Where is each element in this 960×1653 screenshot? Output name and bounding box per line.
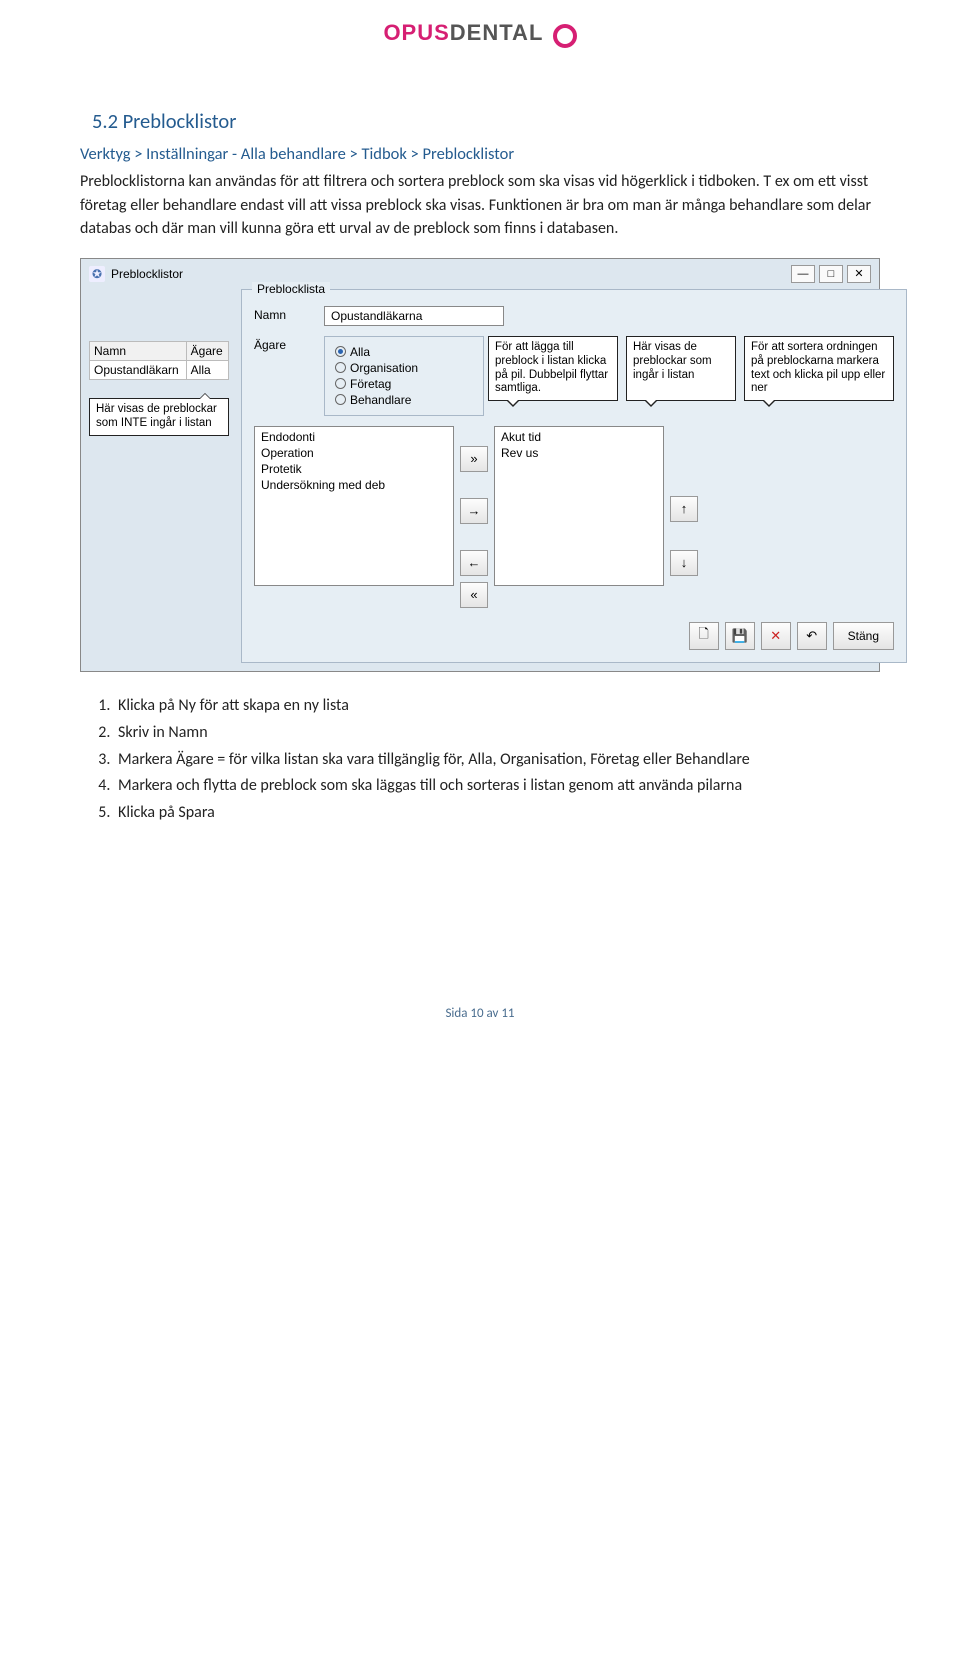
- app-window: ✪ Preblocklistor ― □ ✕ Namn Ägare Opusta…: [80, 258, 880, 672]
- name-label: Namn: [254, 306, 314, 322]
- logo-part-dental: DENTAL: [450, 20, 544, 45]
- logo-part-opus: OPUS: [383, 20, 449, 45]
- move-up-button[interactable]: ↑: [670, 496, 698, 522]
- maximize-button[interactable]: □: [819, 265, 843, 283]
- radio-icon: [335, 346, 346, 357]
- window-title: Preblocklistor: [111, 267, 183, 281]
- save-button[interactable]: 💾: [725, 622, 755, 650]
- callout-not-included: Här visas de preblockar som INTE ingår i…: [89, 398, 229, 436]
- owner-label: Ägare: [254, 336, 314, 352]
- new-button[interactable]: 🗋: [689, 622, 719, 650]
- group-title: Preblocklista: [252, 282, 330, 296]
- owner-option-alla[interactable]: Alla: [335, 345, 473, 359]
- list-item[interactable]: Endodonti: [259, 429, 449, 445]
- app-icon: ✪: [89, 266, 105, 282]
- page-footer: Sida 10 av 11: [80, 1006, 880, 1021]
- owner-option-foretag[interactable]: Företag: [335, 377, 473, 391]
- name-input[interactable]: [324, 306, 504, 326]
- move-down-button[interactable]: ↓: [670, 550, 698, 576]
- list-item[interactable]: Rev us: [499, 445, 659, 461]
- callout-add-to-list: För att lägga till preblock i listan kli…: [488, 336, 618, 401]
- preblock-lists-table[interactable]: Namn Ägare Opustandläkarn Alla: [89, 341, 229, 380]
- table-row[interactable]: Opustandläkarn Alla: [90, 360, 229, 379]
- move-all-right-button[interactable]: »: [460, 446, 488, 472]
- brand-logo: OPUSDENTAL: [80, 20, 880, 48]
- list-item[interactable]: Undersökning med deb: [259, 477, 449, 493]
- minimize-button[interactable]: ―: [791, 265, 815, 283]
- list-item[interactable]: Akut tid: [499, 429, 659, 445]
- list-item[interactable]: Operation: [259, 445, 449, 461]
- owner-radio-group: Alla Organisation Företag Behandlare: [324, 336, 484, 416]
- instruction-item: Markera Ägare = för vilka listan ska var…: [114, 748, 880, 773]
- available-preblocks-list[interactable]: Endodonti Operation Protetik Undersöknin…: [254, 426, 454, 586]
- close-dialog-button[interactable]: Stäng: [833, 622, 894, 650]
- col-header-owner[interactable]: Ägare: [186, 341, 228, 360]
- radio-icon: [335, 394, 346, 405]
- owner-option-behandlare[interactable]: Behandlare: [335, 393, 473, 407]
- col-header-name[interactable]: Namn: [90, 341, 187, 360]
- delete-icon: ✕: [770, 628, 781, 644]
- save-icon: 💾: [732, 628, 748, 644]
- move-right-button[interactable]: →: [460, 498, 488, 524]
- move-left-button[interactable]: ←: [460, 550, 488, 576]
- selected-preblocks-list[interactable]: Akut tid Rev us: [494, 426, 664, 586]
- file-icon: 🗋: [698, 625, 708, 647]
- instruction-item: Markera och flytta de preblock som ska l…: [114, 774, 880, 799]
- section-heading: 5.2 Preblocklistor: [92, 108, 880, 134]
- title-bar: ✪ Preblocklistor ― □ ✕: [81, 259, 879, 289]
- move-all-left-button[interactable]: «: [460, 582, 488, 608]
- list-item[interactable]: Protetik: [259, 461, 449, 477]
- delete-button[interactable]: ✕: [761, 622, 791, 650]
- intro-paragraph: Preblocklistorna kan användas för att fi…: [80, 170, 880, 240]
- owner-option-organisation[interactable]: Organisation: [335, 361, 473, 375]
- logo-circle-icon: [553, 24, 577, 48]
- instruction-item: Skriv in Namn: [114, 721, 880, 746]
- undo-button[interactable]: ↶: [797, 622, 827, 650]
- callout-sort: För att sortera ordningen på preblockarn…: [744, 336, 894, 401]
- breadcrumb: Verktyg > Inställningar - Alla behandlar…: [80, 144, 880, 164]
- close-button[interactable]: ✕: [847, 265, 871, 283]
- undo-icon: ↶: [806, 628, 817, 644]
- instruction-item: Klicka på Ny för att skapa en ny lista: [114, 694, 880, 719]
- radio-icon: [335, 378, 346, 389]
- callout-included: Här visas de preblockar som ingår i list…: [626, 336, 736, 401]
- instruction-item: Klicka på Spara: [114, 801, 880, 826]
- instruction-list: Klicka på Ny för att skapa en ny lista S…: [114, 694, 880, 826]
- radio-icon: [335, 362, 346, 373]
